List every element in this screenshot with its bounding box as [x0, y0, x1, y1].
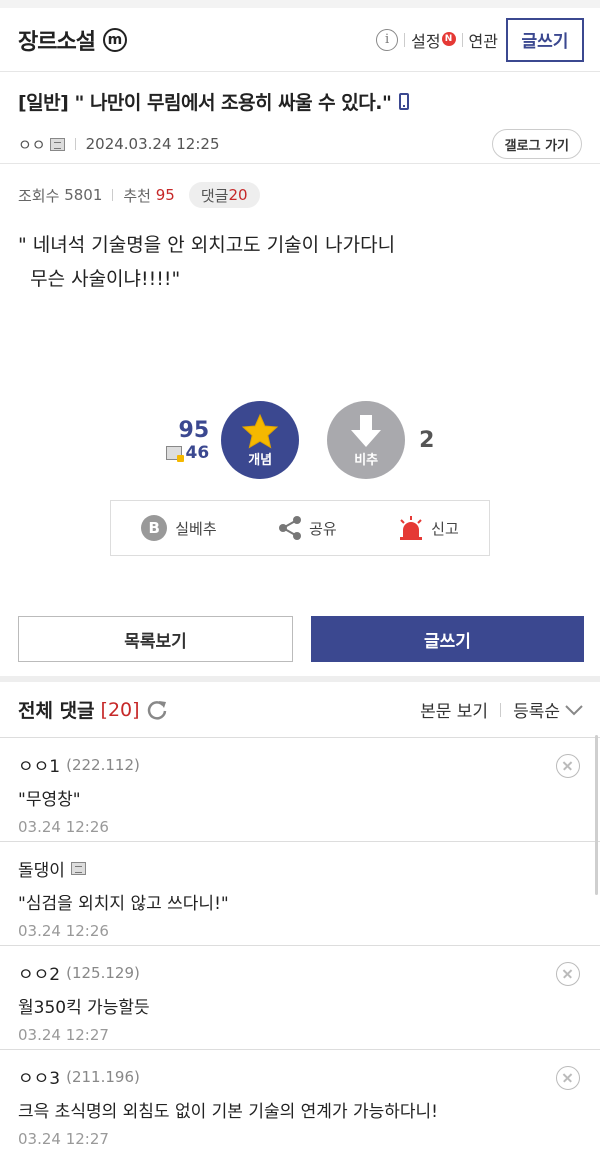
- divider: [404, 32, 406, 47]
- comments-header: 전체 댓글 [20] 본문 보기 등록순: [0, 682, 600, 738]
- comment-text: "심검을 외치지 않고 쓰다니!": [18, 894, 229, 914]
- comment-date: 03.24 12:27: [18, 1130, 109, 1148]
- settings-label: 설정: [411, 31, 441, 51]
- refresh-icon[interactable]: [146, 699, 168, 721]
- share-label: 공유: [309, 519, 337, 538]
- info-icon[interactable]: i: [376, 28, 399, 51]
- recommend-area: 95 46 개념 비추 2: [0, 400, 600, 480]
- reply-count-badge[interactable]: 댓글 20: [188, 182, 260, 208]
- upvote-button[interactable]: 개념: [221, 401, 300, 479]
- comment-author[interactable]: ㅇㅇ2: [18, 960, 60, 985]
- fixed-nick-icon: [165, 445, 184, 462]
- sort-label: 등록순: [513, 702, 560, 722]
- settings-link[interactable]: 설정 N: [411, 28, 456, 52]
- post-meta: ㅇㅇ 2024.03.24 12:25 갤로그 가기: [18, 129, 582, 159]
- comment-item: ㅇㅇ2 (125.129) 월350킥 가능할듯 03.24 12:27: [0, 946, 600, 1050]
- comments-controls: 본문 보기 등록순: [420, 697, 584, 722]
- report-label: 신고: [431, 519, 459, 538]
- comment-author-row: ㅇㅇ1 (222.112): [18, 752, 584, 778]
- reply-label: 댓글: [200, 186, 229, 205]
- comment-text: 크윽 초식명의 외침도 없이 기본 기술의 연계가 가능하다니!: [18, 1102, 439, 1122]
- star-icon: [241, 413, 279, 449]
- comments-count: [20]: [100, 698, 140, 721]
- delete-comment-icon[interactable]: [556, 962, 580, 986]
- gallog-button[interactable]: 갤로그 가기: [491, 129, 582, 159]
- delete-comment-icon[interactable]: [556, 754, 580, 778]
- header-actions: i 설정 N 연관 글쓰기: [376, 17, 584, 62]
- write-button[interactable]: 글쓰기: [311, 616, 584, 662]
- comment-ip: (125.129): [66, 963, 140, 982]
- divider: [74, 138, 76, 150]
- action-bar: B 실베추 공유 신고: [110, 500, 490, 556]
- views-count: 5801: [64, 186, 103, 204]
- mobile-icon: [399, 93, 410, 110]
- silbechu-button[interactable]: B 실베추: [141, 515, 217, 541]
- divider: [500, 702, 502, 717]
- silbechu-label: 실베추: [175, 519, 217, 538]
- semi-fixed-nick-icon: [70, 862, 86, 875]
- comment-author[interactable]: ㅇㅇ1: [18, 752, 60, 777]
- comment-date: 03.24 12:26: [18, 818, 109, 836]
- fixed-up-count: 46: [185, 442, 210, 463]
- comment-ip: (211.196): [66, 1067, 140, 1086]
- view-body-link[interactable]: 본문 보기: [420, 697, 488, 722]
- comment-date: 03.24 12:26: [18, 922, 109, 940]
- list-button[interactable]: 목록보기: [18, 616, 293, 662]
- author-name[interactable]: ㅇㅇ: [18, 134, 46, 155]
- comment-author-row: 돌댕이: [18, 856, 584, 881]
- top-strip: [0, 0, 600, 8]
- comment-author[interactable]: 돌댕이: [18, 856, 65, 881]
- post-header: [일반] " 나만이 무림에서 조용히 싸울 수 있다." ㅇㅇ 2024.03…: [0, 72, 600, 164]
- gallery-header: 장르소설 m i 설정 N 연관 글쓰기: [0, 8, 600, 72]
- post-bottom-buttons: 목록보기 글쓰기: [0, 616, 600, 662]
- comment-author-row: ㅇㅇ2 (125.129): [18, 960, 584, 986]
- comment-text: "무영창": [18, 790, 81, 810]
- siren-icon: [400, 516, 423, 540]
- comment-item: ㅇㅇ1 (222.112) "무영창" 03.24 12:26: [0, 738, 600, 842]
- b-icon: B: [141, 515, 168, 541]
- divider: [112, 189, 114, 201]
- comment-text: 월350킥 가능할듯: [18, 998, 150, 1018]
- recommend-label: 추천: [123, 186, 151, 205]
- reply-count: 20: [228, 186, 248, 204]
- divider: [461, 32, 463, 47]
- post-title: [일반] " 나만이 무림에서 조용히 싸울 수 있다.": [18, 92, 392, 114]
- post-date: 2024.03.24 12:25: [85, 135, 220, 153]
- comment-item: ㅇㅇ3 (211.196) 크윽 초식명의 외침도 없이 기본 기술의 연계가 …: [0, 1050, 600, 1154]
- sort-dropdown[interactable]: 등록순: [513, 697, 560, 722]
- post-title-row: [일반] " 나만이 무림에서 조용히 싸울 수 있다.": [18, 88, 582, 115]
- comment-author[interactable]: ㅇㅇ3: [18, 1064, 60, 1089]
- write-button-top[interactable]: 글쓰기: [506, 17, 584, 62]
- arrow-down-icon: [351, 414, 382, 447]
- chevron-down-icon[interactable]: [564, 704, 584, 716]
- comment-item: 돌댕이 "심검을 외치지 않고 쓰다니!" 03.24 12:26: [0, 842, 600, 946]
- comments-title: 전체 댓글: [18, 700, 95, 722]
- share-icon: [279, 516, 302, 540]
- minor-gallery-icon: m: [102, 27, 127, 52]
- recommend-count: 95: [155, 186, 175, 204]
- post-body: " 네녀석 기술명을 안 외치고도 기술이 나가다니 무슨 사술이냐!!!!": [18, 234, 396, 290]
- upvote-label: 개념: [248, 452, 273, 468]
- up-count: 95: [178, 417, 210, 443]
- gallery-title[interactable]: 장르소설: [18, 24, 96, 56]
- report-button[interactable]: 신고: [397, 515, 459, 541]
- downvote-label: 비추: [354, 452, 379, 468]
- down-count: 2: [419, 427, 435, 453]
- up-count-block: 95 46: [165, 417, 210, 463]
- share-button[interactable]: 공유: [277, 515, 337, 541]
- downvote-button[interactable]: 비추: [327, 401, 406, 479]
- views-label: 조회수: [18, 186, 60, 205]
- comment-ip: (222.112): [66, 755, 140, 774]
- comment-author-row: ㅇㅇ3 (211.196): [18, 1064, 584, 1090]
- related-link[interactable]: 연관: [469, 28, 498, 52]
- scrollbar[interactable]: [595, 735, 598, 895]
- semi-fixed-nick-icon: [49, 137, 65, 151]
- new-badge: N: [441, 31, 456, 46]
- delete-comment-icon[interactable]: [556, 1066, 580, 1090]
- post-stats: 조회수 5801 추천 95 댓글 20: [0, 164, 600, 208]
- fixed-up-row: 46: [165, 442, 210, 463]
- comment-date: 03.24 12:27: [18, 1026, 109, 1044]
